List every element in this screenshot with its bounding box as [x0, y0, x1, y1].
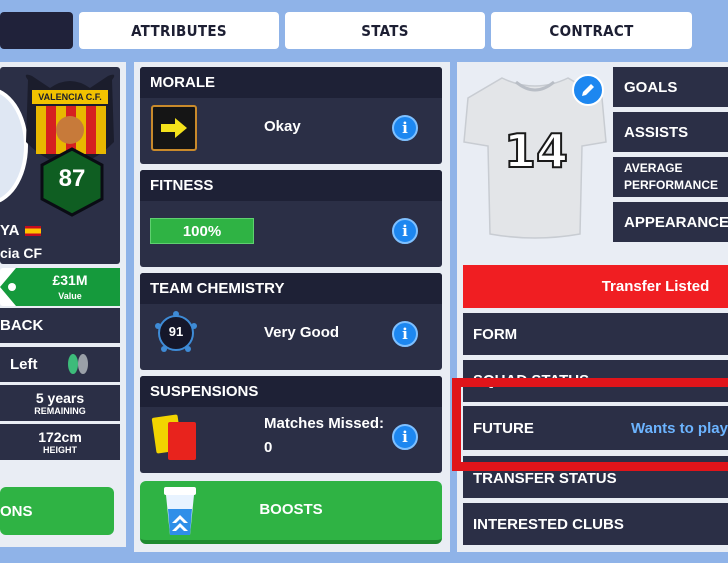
tab-attributes[interactable]: ATTRIBUTES — [79, 12, 279, 49]
player-name: YA — [0, 222, 42, 239]
goals-row[interactable]: GOALS — [613, 67, 728, 107]
matches-missed-value: 0 — [264, 439, 273, 456]
assists-row[interactable]: ASSISTS — [613, 112, 728, 152]
chemistry-score: 91 — [168, 324, 184, 339]
player-value-label: Value — [58, 291, 82, 301]
future-row[interactable]: FUTURE Wants to play f — [463, 406, 728, 450]
player-stats-panel: 14 GOALS ASSISTS AVERAGE PERFORMANCE APP… — [457, 62, 728, 552]
club-badge-name: VALENCIA C.F. — [38, 92, 102, 102]
suspensions-card: SUSPENSIONS Matches Missed: 0 i — [140, 376, 442, 473]
player-photo-card: VALENCIA C.F. 87 YA cia CF — [0, 67, 120, 264]
red-card-icon — [168, 422, 196, 460]
suspensions-info-icon[interactable]: i — [392, 424, 418, 450]
form-row[interactable]: FORM — [463, 313, 728, 355]
player-height: 172cm HEIGHT — [0, 424, 120, 460]
morale-value: Okay — [264, 118, 301, 135]
matches-missed-label: Matches Missed: — [264, 415, 385, 432]
transfer-listed-banner[interactable]: Transfer Listed — [463, 265, 728, 308]
morale-card: MORALE Okay i — [140, 67, 442, 164]
chemistry-value: Very Good — [264, 324, 340, 341]
player-position: BACK — [0, 308, 120, 343]
boosts-button[interactable]: BOOSTS — [140, 481, 442, 544]
player-value-tag: £31M Value — [0, 268, 120, 306]
fitness-card: FITNESS 100% i — [140, 170, 442, 267]
average-performance-row[interactable]: AVERAGE PERFORMANCE — [613, 157, 728, 197]
suspensions-title: SUSPENSIONS — [140, 376, 442, 407]
morale-title: MORALE — [140, 67, 442, 98]
boots-icon — [68, 354, 88, 374]
tab-profile[interactable] — [0, 12, 73, 49]
fitness-title: FITNESS — [140, 170, 442, 201]
morale-info-icon[interactable]: i — [392, 115, 418, 141]
player-rating: 87 — [58, 165, 86, 192]
tab-stats[interactable]: STATS — [285, 12, 485, 49]
preferred-foot: Left — [0, 347, 120, 382]
contract-remaining: 5 years REMAINING — [0, 385, 120, 421]
tag-icon — [0, 268, 28, 306]
left-action-button[interactable]: ONS — [0, 487, 114, 535]
player-profile-panel: VALENCIA C.F. 87 YA cia CF £31M Value BA… — [0, 62, 126, 547]
boosts-label: BOOSTS — [259, 501, 323, 518]
pencil-icon — [582, 84, 594, 96]
morale-arrow-icon — [151, 105, 197, 151]
appearances-row[interactable]: APPEARANCES — [613, 202, 728, 242]
spain-flag-icon — [25, 225, 42, 236]
interested-clubs-row[interactable]: INTERESTED CLUBS — [463, 503, 728, 545]
shirt-number: 14 — [503, 123, 569, 179]
team-chemistry-card: TEAM CHEMISTRY 91 Very Good i — [140, 273, 442, 370]
fitness-bar: 100% — [150, 218, 254, 244]
edit-shirt-button[interactable] — [572, 74, 604, 106]
tab-contract[interactable]: CONTRACT — [491, 12, 692, 49]
fitness-info-icon[interactable]: i — [392, 218, 418, 244]
shirt-area: 14 — [457, 62, 607, 252]
player-value: £31M — [52, 272, 88, 288]
team-chemistry-title: TEAM CHEMISTRY — [140, 273, 442, 304]
future-value: Wants to play f — [631, 419, 728, 437]
chemistry-info-icon[interactable]: i — [392, 321, 418, 347]
status-panel: MORALE Okay i FITNESS 100% i TEAM CHEMIS… — [134, 62, 450, 552]
player-club: cia CF — [0, 245, 43, 261]
